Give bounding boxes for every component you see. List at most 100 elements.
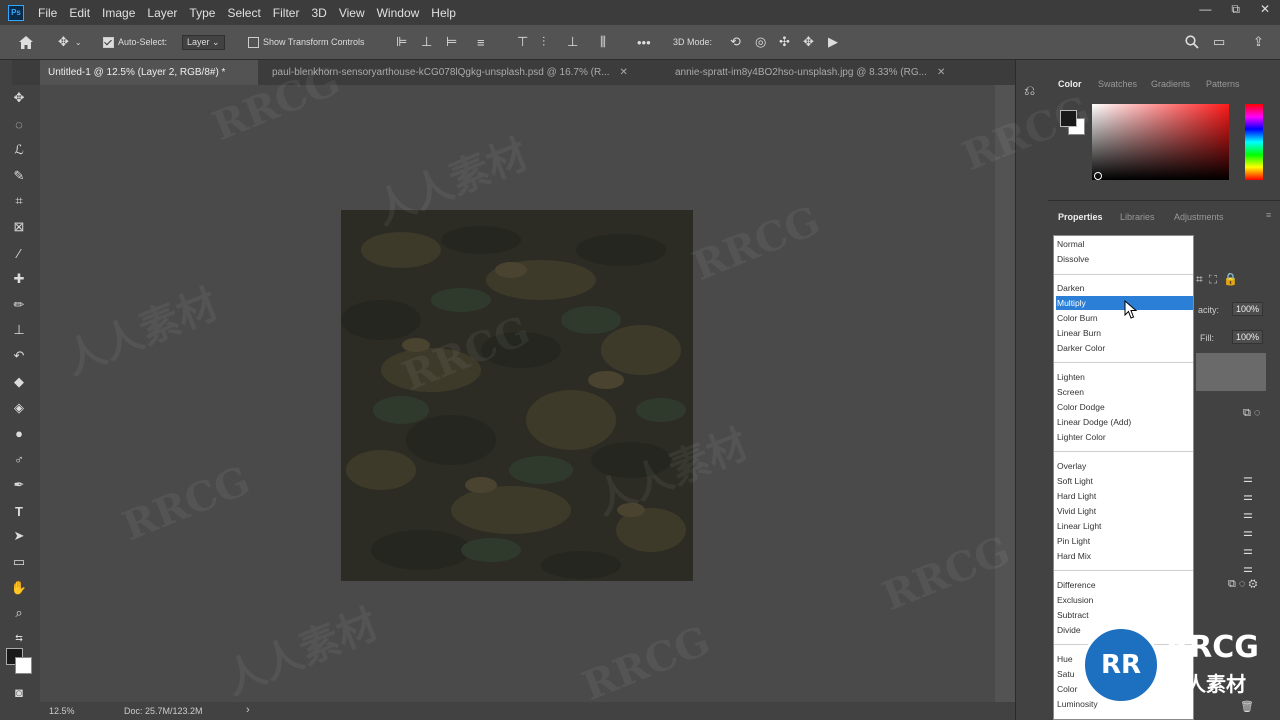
crop-tool-icon[interactable]: ⌗ <box>8 191 30 211</box>
menu-3d[interactable]: 3D <box>305 6 332 20</box>
menu-filter[interactable]: Filter <box>267 6 306 20</box>
lasso-tool-icon[interactable]: ℒ <box>8 140 30 160</box>
paint-bucket-icon[interactable]: ◈ <box>8 398 30 418</box>
blend-mode-option[interactable]: Vivid Light <box>1056 504 1193 518</box>
type-tool-icon[interactable]: T <box>8 501 30 521</box>
blend-mode-option[interactable]: Dissolve <box>1056 252 1193 266</box>
rectangle-tool-icon[interactable]: ▭ <box>8 552 30 572</box>
default-colors-icon[interactable]: ⇆ <box>8 628 30 648</box>
pen-tool-icon[interactable]: ✒ <box>8 475 30 495</box>
marquee-tool-icon[interactable]: ◌ <box>8 114 30 134</box>
tab-gradients[interactable]: Gradients <box>1151 79 1190 89</box>
tab-libraries[interactable]: Libraries <box>1120 212 1155 222</box>
blend-mode-option[interactable]: Difference <box>1056 578 1193 592</box>
blend-mode-option[interactable]: Darker Color <box>1056 341 1193 355</box>
minimize-button[interactable]: — <box>1199 2 1211 17</box>
menu-select[interactable]: Select <box>221 6 266 20</box>
move-tool-icon[interactable]: ✥ <box>8 88 30 108</box>
blend-mode-option[interactable]: Color Dodge <box>1056 400 1193 414</box>
3d-slide-icon[interactable]: ✥ <box>803 33 814 51</box>
layer-options-icon[interactable]: ⧉ ◌ <box>1243 407 1260 420</box>
dodge-tool-icon[interactable]: ♂ <box>8 449 30 469</box>
menu-type[interactable]: Type <box>183 6 221 20</box>
align-left-icon[interactable]: ⊫ <box>396 33 407 51</box>
blend-mode-option[interactable]: Exclusion <box>1056 593 1193 607</box>
status-menu-chevron-icon[interactable]: › <box>246 704 250 716</box>
search-icon[interactable] <box>1185 33 1199 51</box>
tab-swatches[interactable]: Swatches <box>1098 79 1137 89</box>
3d-pan-icon[interactable]: ✣ <box>779 33 790 51</box>
blend-mode-option[interactable]: Soft Light <box>1056 474 1193 488</box>
panel-menu-icon[interactable]: ≡ <box>1266 210 1271 220</box>
menu-view[interactable]: View <box>333 6 371 20</box>
tab-adjustments[interactable]: Adjustments <box>1174 212 1224 222</box>
blend-mode-option[interactable]: Darken <box>1056 281 1193 295</box>
blend-mode-option[interactable]: Pin Light <box>1056 534 1193 548</box>
align-right-icon[interactable]: ⊨ <box>446 33 457 51</box>
hue-slider[interactable] <box>1245 104 1263 180</box>
restore-button[interactable]: ⧉ <box>1231 2 1240 17</box>
zoom-tool-icon[interactable]: ⌕ <box>8 603 30 623</box>
menu-help[interactable]: Help <box>425 6 462 20</box>
home-icon[interactable] <box>18 33 34 51</box>
close-tab-icon[interactable]: ✕ <box>937 67 945 78</box>
tab-properties[interactable]: Properties <box>1058 212 1103 222</box>
menu-layer[interactable]: Layer <box>141 6 183 20</box>
workspace-icon[interactable]: ▭ <box>1213 33 1225 51</box>
eraser-tool-icon[interactable]: ◆ <box>8 372 30 392</box>
healing-brush-icon[interactable]: ✚ <box>8 269 30 289</box>
quick-mask-icon[interactable]: ◙ <box>8 682 30 702</box>
blend-mode-option[interactable]: Subtract <box>1056 608 1193 622</box>
blend-mode-option[interactable]: Hard Mix <box>1056 549 1193 563</box>
blend-mode-option[interactable]: Hard Light <box>1056 489 1193 503</box>
blend-mode-option[interactable]: Lighten <box>1056 370 1193 384</box>
blend-mode-option[interactable]: Screen <box>1056 385 1193 399</box>
align-hcenter-icon[interactable]: ⊥ <box>421 33 432 51</box>
selected-layer-row[interactable] <box>1196 353 1266 391</box>
path-select-icon[interactable]: ➤ <box>8 526 30 546</box>
auto-select-dropdown[interactable]: Layer ⌄ <box>182 33 225 51</box>
blend-mode-option[interactable]: Linear Light <box>1056 519 1193 533</box>
3d-scale-icon[interactable]: ▶ <box>828 33 838 51</box>
menu-window[interactable]: Window <box>371 6 426 20</box>
blend-mode-option[interactable]: Lighter Color <box>1056 430 1193 444</box>
clone-stamp-icon[interactable]: ⊥ <box>8 320 30 340</box>
menu-file[interactable]: File <box>32 6 63 20</box>
tab-document-1[interactable]: Untitled-1 @ 12.5% (Layer 2, RGB/8#) * <box>40 60 258 85</box>
layer-group-icons[interactable]: ⧉ ◌ ⚙ <box>1228 578 1257 591</box>
menu-image[interactable]: Image <box>96 6 141 20</box>
eyedropper-tool-icon[interactable]: ⁄ <box>8 243 30 263</box>
menu-edit[interactable]: Edit <box>63 6 96 20</box>
close-tab-icon[interactable]: ✕ <box>620 67 628 78</box>
zoom-level[interactable]: 12.5% <box>49 706 75 716</box>
align-vertical-icon[interactable]: ≡ <box>477 33 485 51</box>
color-picker-cursor[interactable] <box>1094 172 1102 180</box>
align-bottom-icon[interactable]: ⊥ <box>567 33 578 51</box>
blend-mode-option[interactable]: Overlay <box>1056 459 1193 473</box>
3d-orbit-icon[interactable]: ⟲ <box>730 33 741 51</box>
show-transform-checkbox[interactable]: Show Transform Controls <box>248 33 365 51</box>
blur-tool-icon[interactable]: ● <box>8 423 30 443</box>
color-panel-foreground-swatch[interactable] <box>1060 110 1077 127</box>
hand-tool-icon[interactable]: ✋ <box>8 578 30 598</box>
delete-layer-icon[interactable]: 🗑 <box>1240 700 1254 713</box>
history-panel-icon[interactable]: ⎌ <box>1024 82 1035 99</box>
brush-tool-icon[interactable]: ✏ <box>8 295 30 315</box>
color-picker-field[interactable] <box>1092 104 1229 180</box>
share-icon[interactable]: ⇪ <box>1253 33 1264 51</box>
blend-mode-option[interactable]: Linear Burn <box>1056 326 1193 340</box>
blend-mode-option[interactable]: Linear Dodge (Add) <box>1056 415 1193 429</box>
tab-patterns[interactable]: Patterns <box>1206 79 1240 89</box>
more-options-button[interactable]: ••• <box>637 33 651 51</box>
opacity-field[interactable]: 100% <box>1232 302 1264 316</box>
quick-select-tool-icon[interactable]: ✎ <box>8 166 30 186</box>
layer-adjust-icons[interactable]: ⚌ ⚌ ⚌ ⚌ ⚌ ⚌ <box>1243 470 1253 578</box>
3d-roll-icon[interactable]: ◎ <box>755 33 766 51</box>
align-vcenter-icon[interactable]: ⫶ <box>542 33 545 51</box>
background-color-swatch[interactable] <box>15 657 32 674</box>
document-canvas[interactable] <box>341 210 693 581</box>
auto-select-checkbox[interactable]: Auto-Select: <box>103 33 167 51</box>
frame-tool-icon[interactable]: ⊠ <box>8 217 30 237</box>
blend-mode-option[interactable]: Normal <box>1056 237 1193 251</box>
move-tool-preset-icon[interactable]: ✥ ⌄ <box>58 33 82 51</box>
